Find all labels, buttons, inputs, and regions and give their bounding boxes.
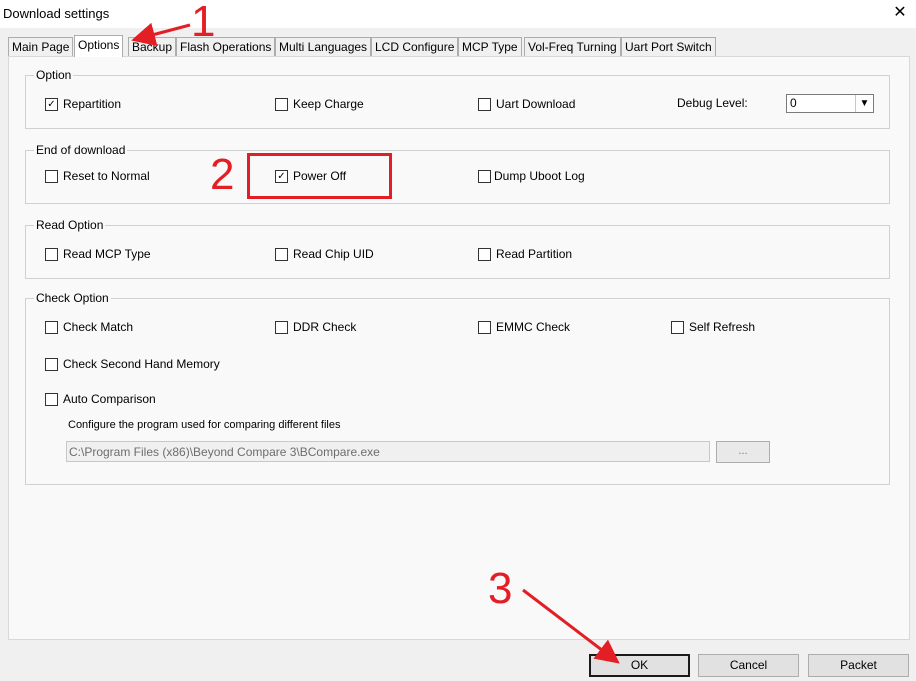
annotation-arrows	[131, 22, 620, 664]
arrow-to-ok-button	[522, 588, 620, 664]
tab-options[interactable]: Options	[74, 35, 124, 57]
arrow-to-options-tab	[131, 22, 191, 47]
